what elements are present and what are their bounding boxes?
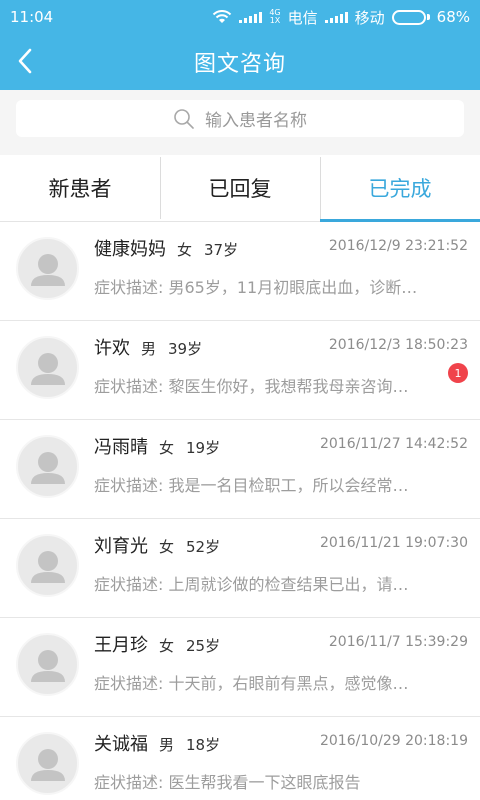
patient-row[interactable]: 健康妈妈 女 37岁 2016/12/9 23:21:52 症状描述: 男65岁… <box>0 222 480 321</box>
network-type: 4G 1X <box>269 9 280 25</box>
avatar-icon <box>16 534 79 597</box>
symptom-description: 症状描述: 男65岁，11月初眼底出血，诊断… <box>94 278 418 297</box>
symptom-description: 症状描述: 黎医生你好，我想帮我母亲咨询… <box>94 377 409 396</box>
status-bar: 11:04 4G 1X 电信 移动 68% <box>0 0 480 34</box>
carrier-telecom: 电信 <box>287 8 318 27</box>
message-time: 2016/10/29 20:18:19 <box>319 733 468 749</box>
patient-name: 关诚福 <box>94 734 148 755</box>
battery-icon <box>391 9 430 25</box>
unread-badge: 1 <box>448 363 468 383</box>
avatar-icon <box>16 237 79 300</box>
network-1x: 1X <box>269 16 281 25</box>
patient-name: 许欢 <box>94 338 130 359</box>
patient-gender: 女 <box>159 439 175 457</box>
avatar-icon <box>16 633 79 696</box>
chevron-left-icon <box>18 48 32 74</box>
patient-row[interactable]: 冯雨晴 女 19岁 2016/11/27 14:42:52 症状描述: 我是一名… <box>0 420 480 519</box>
message-time: 2016/11/27 14:42:52 <box>319 436 468 452</box>
signal-icon <box>324 11 348 23</box>
patient-age: 37岁 <box>204 241 239 259</box>
symptom-description: 症状描述: 上周就诊做的检查结果已出，请… <box>94 575 409 594</box>
patient-gender: 男 <box>159 736 175 754</box>
symptom-description: 症状描述: 我是一名目检职工，所以会经常… <box>94 476 409 495</box>
wifi-icon <box>213 10 232 23</box>
avatar-icon <box>16 336 79 399</box>
patient-row[interactable]: 关诚福 男 18岁 2016/10/29 20:18:19 症状描述: 医生帮我… <box>0 717 480 800</box>
battery-percent: 68% <box>436 8 470 26</box>
status-time: 11:04 <box>10 8 54 26</box>
patient-name: 健康妈妈 <box>94 239 166 260</box>
patient-row[interactable]: 王月珍 女 25岁 2016/11/7 15:39:29 症状描述: 十天前，右… <box>0 618 480 717</box>
page-title: 图文咨询 <box>193 52 286 77</box>
message-time: 2016/11/7 15:39:29 <box>328 634 468 650</box>
back-button[interactable] <box>10 46 40 76</box>
avatar-icon <box>16 435 79 498</box>
patient-list: 健康妈妈 女 37岁 2016/12/9 23:21:52 症状描述: 男65岁… <box>0 222 480 800</box>
search-icon <box>174 108 194 129</box>
tab-new-patients[interactable]: 新患者 <box>0 155 160 221</box>
message-time: 2016/12/9 23:21:52 <box>328 238 468 254</box>
patient-age: 52岁 <box>186 538 221 556</box>
patient-name: 刘育光 <box>94 536 148 557</box>
message-time: 2016/12/3 18:50:23 <box>328 337 468 353</box>
tab-bar: 新患者 已回复 已完成 <box>0 155 480 222</box>
tab-completed[interactable]: 已完成 <box>320 155 480 222</box>
patient-gender: 女 <box>177 241 193 259</box>
patient-age: 18岁 <box>186 736 221 754</box>
patient-age: 25岁 <box>186 637 221 655</box>
search-placeholder: 输入患者名称 <box>205 111 307 131</box>
patient-name: 冯雨晴 <box>94 437 148 458</box>
patient-row[interactable]: 刘育光 女 52岁 2016/11/21 19:07:30 症状描述: 上周就诊… <box>0 519 480 618</box>
signal-icon <box>239 11 263 23</box>
title-bar: 图文咨询 <box>0 34 480 90</box>
patient-gender: 女 <box>159 538 175 556</box>
symptom-description: 症状描述: 医生帮我看一下这眼底报告 <box>94 773 361 792</box>
patient-gender: 女 <box>159 637 175 655</box>
patient-gender: 男 <box>141 340 157 358</box>
patient-age: 19岁 <box>186 439 221 457</box>
patient-row[interactable]: 许欢 男 39岁 2016/12/3 18:50:23 症状描述: 黎医生你好，… <box>0 321 480 420</box>
patient-age: 39岁 <box>168 340 203 358</box>
avatar-icon <box>16 732 79 795</box>
message-time: 2016/11/21 19:07:30 <box>319 535 468 551</box>
app-header: 11:04 4G 1X 电信 移动 68% 图文咨询 <box>0 0 480 90</box>
carrier-mobile: 移动 <box>354 8 385 27</box>
status-indicators: 4G 1X 电信 移动 68% <box>212 7 470 28</box>
tab-replied[interactable]: 已回复 <box>160 155 320 221</box>
search-input[interactable]: 输入患者名称 <box>16 100 464 137</box>
patient-name: 王月珍 <box>94 635 148 656</box>
search-bar: 输入患者名称 <box>0 90 480 155</box>
symptom-description: 症状描述: 十天前，右眼前有黑点，感觉像… <box>94 674 409 693</box>
